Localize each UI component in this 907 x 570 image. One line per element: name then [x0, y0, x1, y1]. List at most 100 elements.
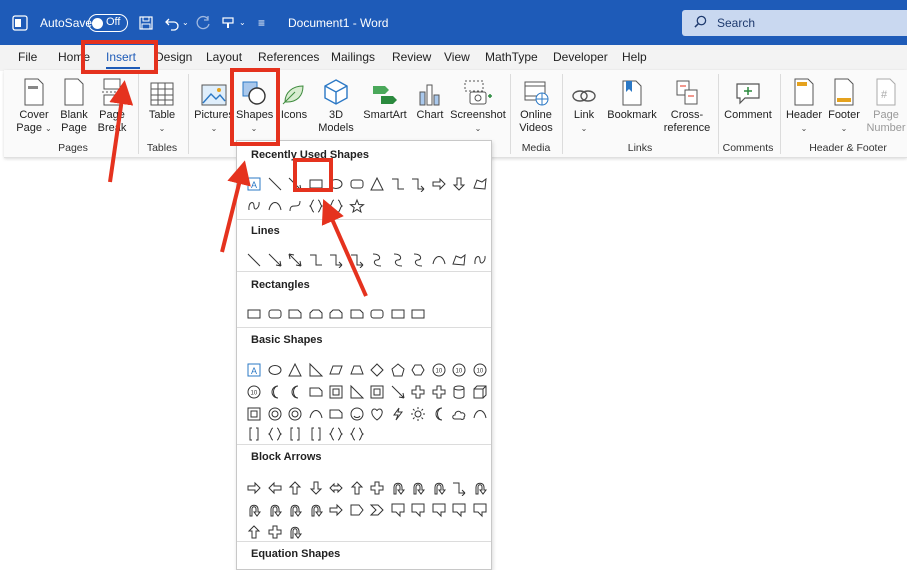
tab-file[interactable]: File [18, 50, 37, 64]
shape-darrow2-icon[interactable] [450, 175, 468, 193]
shape-brace-icon[interactable] [327, 425, 345, 443]
shape-rarrow-icon[interactable] [430, 175, 448, 193]
shape-num-icon[interactable]: 10 [471, 361, 489, 379]
shape-frame-icon[interactable] [327, 383, 345, 401]
shape-snip-icon[interactable] [327, 405, 345, 423]
autosave-toggle[interactable]: Off [88, 14, 128, 32]
link-button[interactable]: Link ⌄ [566, 74, 602, 135]
shape-elbow-icon[interactable] [389, 175, 407, 193]
shape-line-icon[interactable] [266, 175, 284, 193]
shape-pentagon-icon[interactable] [389, 361, 407, 379]
shape-uturn-icon[interactable] [471, 479, 489, 497]
header-button[interactable]: Header ⌄ [784, 74, 824, 135]
cross-reference-button[interactable]: Cross- reference [660, 74, 714, 135]
shape-uturn-icon[interactable] [266, 501, 284, 519]
shape-cloud-icon[interactable] [450, 405, 468, 423]
shape-moon-icon[interactable] [286, 383, 304, 401]
format-painter-icon[interactable] [221, 0, 237, 45]
screenshot-button[interactable]: Screenshot ⌄ [450, 74, 506, 135]
tab-view[interactable]: View [444, 50, 470, 64]
page-number-button[interactable]: # Page Number [866, 74, 906, 135]
shape-snip-icon[interactable] [286, 305, 304, 323]
shape-darrow2-icon[interactable] [307, 479, 325, 497]
shape-brace-icon[interactable] [266, 425, 284, 443]
shape-uturn-icon[interactable] [286, 501, 304, 519]
shape-frame-icon[interactable] [368, 383, 386, 401]
shape-bracket-icon[interactable] [286, 425, 304, 443]
shape-arc-icon[interactable] [430, 251, 448, 269]
chart-button[interactable]: Chart [412, 74, 448, 122]
shape-donut-icon[interactable] [286, 405, 304, 423]
save-icon[interactable] [138, 0, 154, 45]
tab-mailings[interactable]: Mailings [331, 50, 375, 64]
shape-snip2-icon[interactable] [327, 305, 345, 323]
shape-freeform-icon[interactable] [450, 251, 468, 269]
shape-moon-icon[interactable] [430, 405, 448, 423]
cover-page-button[interactable]: Cover Page ⌄ [16, 74, 52, 135]
shape-uturn-icon[interactable] [389, 479, 407, 497]
shape-text-icon[interactable]: A [245, 361, 263, 379]
undo-icon[interactable] [164, 0, 180, 45]
tab-references[interactable]: References [258, 50, 319, 64]
undo-dropdown-icon[interactable]: ⌄ [182, 0, 189, 45]
shape-chevron-icon[interactable] [368, 501, 386, 519]
shape-curve-icon[interactable] [286, 197, 304, 215]
shape-scurve-icon[interactable] [389, 251, 407, 269]
shape-bracket-icon[interactable] [245, 425, 263, 443]
redo-icon[interactable] [196, 0, 212, 45]
shape-uarrow-icon[interactable] [286, 479, 304, 497]
shape-triangle-icon[interactable] [368, 175, 386, 193]
shape-cube-icon[interactable] [471, 383, 489, 401]
shape-trapezoid-icon[interactable] [348, 361, 366, 379]
shape-scurve-icon[interactable] [409, 251, 427, 269]
shape-scribble-icon[interactable] [245, 197, 263, 215]
shape-brace-icon[interactable] [327, 197, 345, 215]
footer-button[interactable]: Footer ⌄ [824, 74, 864, 135]
shape-hexagon-icon[interactable] [409, 361, 427, 379]
shape-triangle-icon[interactable] [286, 361, 304, 379]
shape-rrect-icon[interactable] [266, 305, 284, 323]
shape-lrarrow-icon[interactable] [327, 479, 345, 497]
shape-rarrow-icon[interactable] [327, 501, 345, 519]
shape-snip-icon[interactable] [348, 305, 366, 323]
shape-uturn-icon[interactable] [286, 523, 304, 541]
bookmark-button[interactable]: Bookmark [606, 74, 658, 122]
shape-moon-icon[interactable] [266, 383, 284, 401]
shape-uturn-icon[interactable] [245, 501, 263, 519]
shape-parallelogram-icon[interactable] [327, 361, 345, 379]
shape-rect-icon[interactable] [389, 305, 407, 323]
shape-snip2-icon[interactable] [307, 305, 325, 323]
search-box[interactable]: Search [682, 10, 907, 36]
shape-text-icon[interactable]: A [245, 175, 263, 193]
shapes-gallery-panel[interactable]: Recently Used Shapes Lines Rectangles Ba… [236, 140, 492, 570]
shape-rect-icon[interactable] [245, 305, 263, 323]
shape-frame-icon[interactable] [245, 405, 263, 423]
shape-elbowarrow-icon[interactable] [348, 251, 366, 269]
shape-callout-icon[interactable] [409, 501, 427, 519]
shape-elbowarrow-icon[interactable] [327, 251, 345, 269]
tab-design[interactable]: Design [155, 50, 192, 64]
shape-bolt-icon[interactable] [389, 405, 407, 423]
shape-cylinder-icon[interactable] [450, 383, 468, 401]
shape-pentarrow-icon[interactable] [348, 501, 366, 519]
shape-rrect-icon[interactable] [368, 305, 386, 323]
tab-review[interactable]: Review [392, 50, 431, 64]
shape-diamond-icon[interactable] [368, 361, 386, 379]
shape-darrow-icon[interactable] [286, 251, 304, 269]
shape-arc-icon[interactable] [307, 405, 325, 423]
shape-elbow-icon[interactable] [307, 251, 325, 269]
shape-snip-icon[interactable] [307, 383, 325, 401]
shape-scribble-icon[interactable] [471, 251, 489, 269]
shape-callout-icon[interactable] [450, 501, 468, 519]
shape-freeform-icon[interactable] [471, 175, 489, 193]
pictures-button[interactable]: Pictures ⌄ [194, 74, 234, 135]
shape-ellipse-icon[interactable] [266, 361, 284, 379]
customize-toolbar-icon[interactable]: ≡ [258, 0, 265, 45]
shape-cross-icon[interactable] [430, 383, 448, 401]
shape-star-icon[interactable] [348, 197, 366, 215]
shape-callout-icon[interactable] [389, 501, 407, 519]
shape-arc-icon[interactable] [471, 405, 489, 423]
page-break-button[interactable]: Page Break [94, 74, 130, 135]
shape-uarrow-icon[interactable] [245, 523, 263, 541]
shape-num-icon[interactable]: 10 [245, 383, 263, 401]
